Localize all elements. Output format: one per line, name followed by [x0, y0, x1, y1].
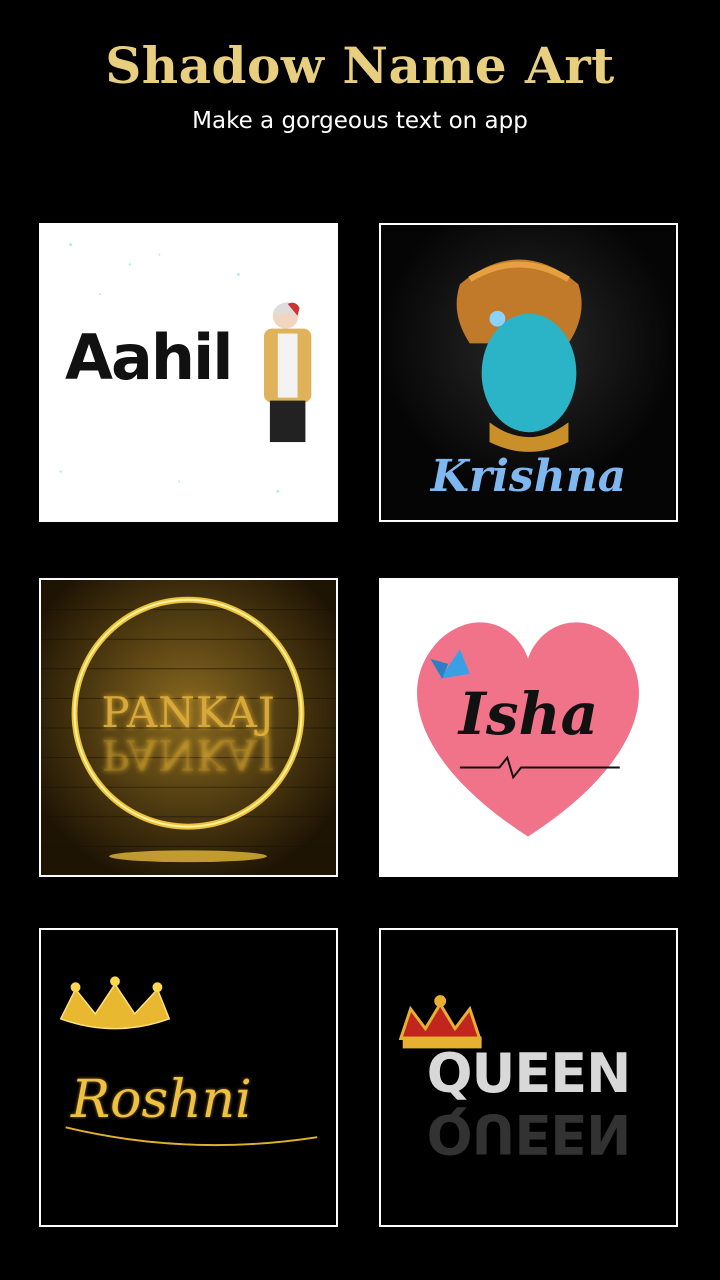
template-name: Roshni: [71, 1070, 252, 1130]
template-card-aahil[interactable]: Aahil: [39, 223, 338, 522]
template-name: Aahil: [65, 321, 233, 394]
template-name-reflection: QUEEN: [426, 1102, 631, 1165]
page-title: Shadow Name Art: [105, 36, 615, 95]
template-card-queen[interactable]: QUEEN QUEEN: [379, 928, 678, 1227]
template-name: Isha: [458, 680, 599, 748]
template-name-reflection: PANKAJ: [101, 730, 276, 779]
page-subtitle: Make a gorgeous text on app: [192, 108, 528, 134]
template-card-pankaj[interactable]: PANKAJ PANKAJ: [39, 578, 338, 877]
template-card-krishna[interactable]: Krishna: [379, 223, 678, 522]
template-card-isha[interactable]: Isha: [379, 578, 678, 877]
template-name: QUEEN: [426, 1042, 632, 1105]
template-name: Krishna: [430, 451, 627, 502]
template-card-roshni[interactable]: Roshni: [39, 928, 338, 1227]
